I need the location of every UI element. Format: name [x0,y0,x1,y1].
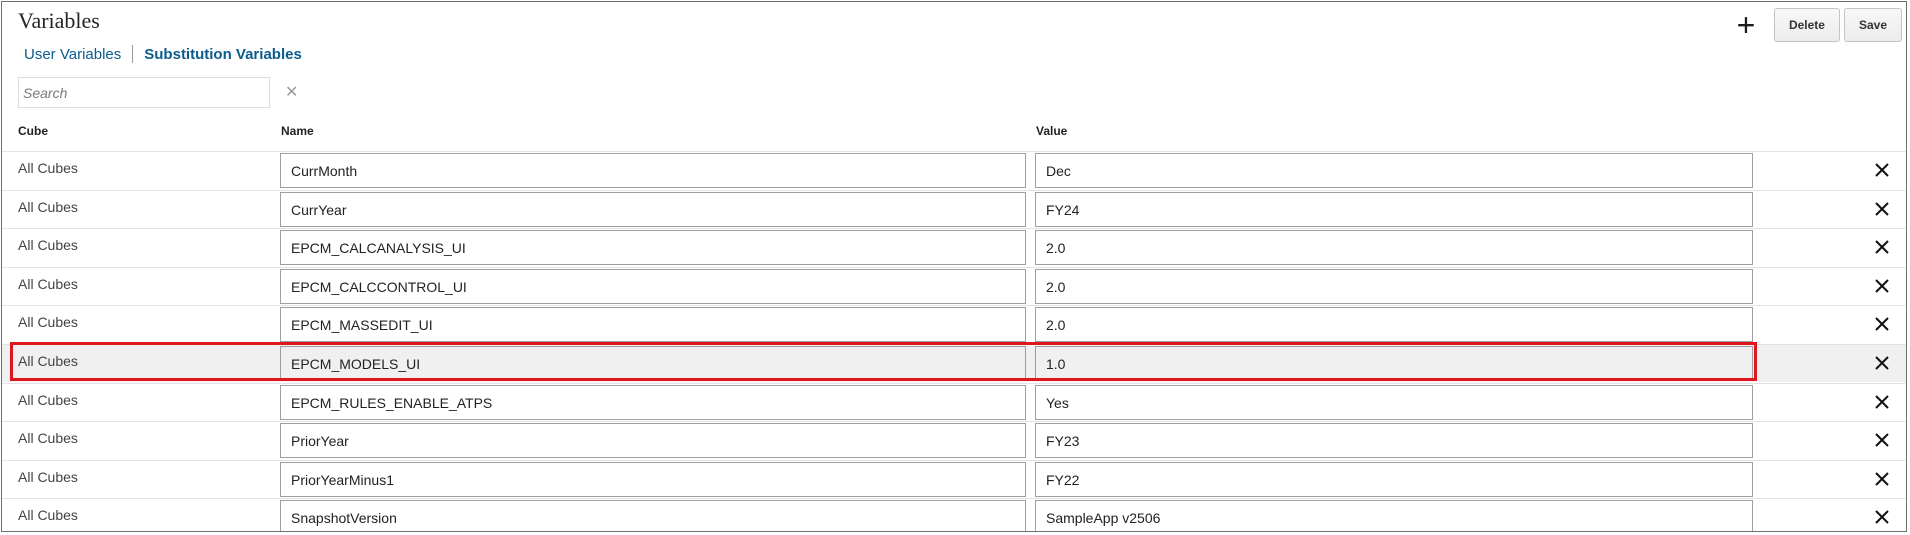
save-button[interactable]: Save [1843,8,1902,42]
table-row[interactable]: All Cubes [2,344,1906,382]
table-row[interactable]: All Cubes [2,267,1906,305]
variable-name-input[interactable] [280,230,1026,265]
plus-icon: + [1736,7,1756,43]
cube-cell: All Cubes [18,392,78,408]
cube-cell: All Cubes [18,430,78,446]
column-header-cube: Cube [18,124,48,138]
close-icon [1875,433,1889,447]
variable-value-input[interactable] [1035,230,1753,265]
variable-value-input[interactable] [1035,462,1753,497]
delete-row-button[interactable] [1867,462,1897,497]
variable-name-input[interactable] [280,307,1026,342]
variable-value-input[interactable] [1035,153,1753,188]
variable-name-input[interactable] [280,500,1026,531]
cube-cell: All Cubes [18,314,78,330]
table-row[interactable]: All Cubes [2,498,1906,531]
variable-value-input[interactable] [1035,269,1753,304]
table-row[interactable]: All Cubes [2,305,1906,343]
cube-cell: All Cubes [18,469,78,485]
variable-value-input[interactable] [1035,423,1753,458]
variable-value-input[interactable] [1035,346,1753,381]
variable-value-input[interactable] [1035,307,1753,342]
delete-row-button[interactable] [1867,153,1897,188]
tab-user-variables[interactable]: User Variables [24,46,121,63]
table-row[interactable]: All Cubes [2,228,1906,266]
variable-name-input[interactable] [280,192,1026,227]
variable-name-input[interactable] [280,385,1026,420]
delete-row-button[interactable] [1867,385,1897,420]
close-icon [1875,202,1889,216]
close-icon [1875,510,1889,524]
close-icon [1875,395,1889,409]
cube-cell: All Cubes [18,199,78,215]
delete-row-button[interactable] [1867,269,1897,304]
variable-tabs: User Variables Substitution Variables [24,45,302,63]
table-row[interactable]: All Cubes [2,190,1906,228]
close-icon [1875,279,1889,293]
variable-name-input[interactable] [280,153,1026,188]
tab-substitution-variables[interactable]: Substitution Variables [144,46,302,63]
delete-row-button[interactable] [1867,423,1897,458]
search-box [18,77,270,108]
variable-value-input[interactable] [1035,192,1753,227]
add-variable-button[interactable]: + [1728,9,1764,41]
close-icon [1875,356,1889,370]
cube-cell: All Cubes [18,353,78,369]
delete-button[interactable]: Delete [1773,8,1840,42]
table-row[interactable]: All Cubes [2,383,1906,421]
cube-cell: All Cubes [18,507,78,523]
search-input[interactable] [21,83,265,102]
variable-name-input[interactable] [280,346,1026,381]
table-row[interactable]: All Cubes [2,460,1906,498]
delete-row-button[interactable] [1867,346,1897,381]
variables-panel: Variables + Delete Save User Variables S… [1,1,1907,532]
close-icon[interactable]: ✕ [285,82,298,102]
delete-row-button[interactable] [1867,230,1897,265]
page-title: Variables [18,8,100,33]
close-icon [1875,317,1889,331]
variable-name-input[interactable] [280,423,1026,458]
close-icon [1875,472,1889,486]
cube-cell: All Cubes [18,160,78,176]
close-icon [1875,240,1889,254]
delete-row-button[interactable] [1867,192,1897,227]
column-header-name: Name [281,124,314,138]
variable-name-input[interactable] [280,462,1026,497]
variable-value-input[interactable] [1035,385,1753,420]
delete-row-button[interactable] [1867,500,1897,531]
variable-name-input[interactable] [280,269,1026,304]
close-icon [1875,163,1889,177]
table-row[interactable]: All Cubes [2,151,1906,189]
cube-cell: All Cubes [18,237,78,253]
tab-divider [132,45,134,63]
cube-cell: All Cubes [18,276,78,292]
toolbar: + Delete Save [1728,8,1902,42]
delete-row-button[interactable] [1867,307,1897,342]
table-row[interactable]: All Cubes [2,421,1906,459]
variable-value-input[interactable] [1035,500,1753,531]
column-header-value: Value [1036,124,1068,138]
